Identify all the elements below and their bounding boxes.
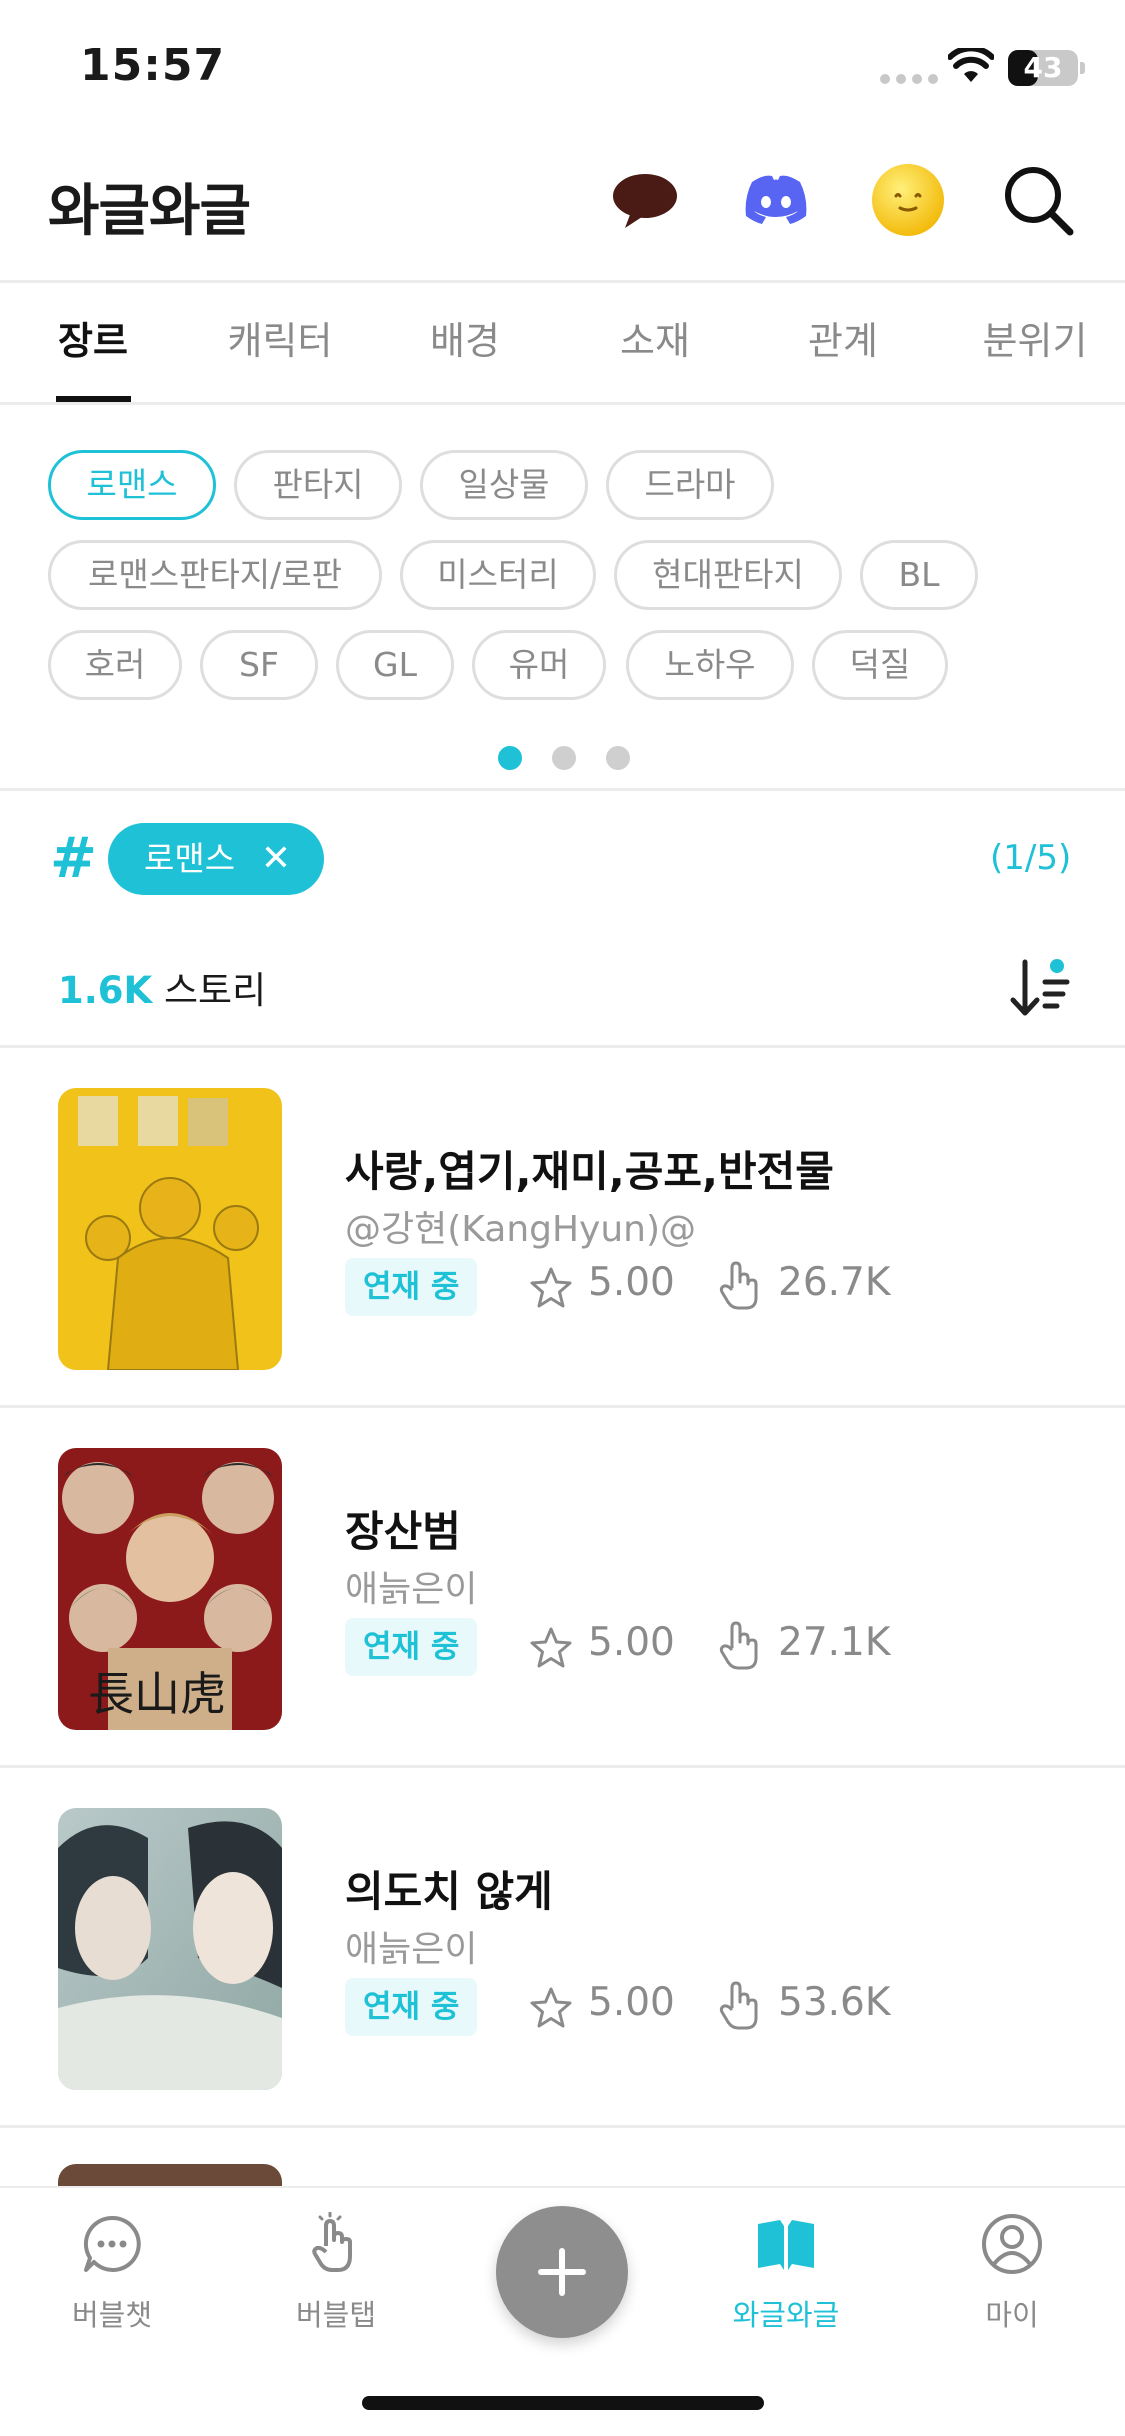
open-book-icon	[758, 2220, 814, 2270]
nav-my[interactable]: 마이	[932, 2188, 1092, 2358]
story-list-item[interactable]: 사랑,엽기,재미,공포,반전물 @강현(KangHyun)@ 연재 중 5.00…	[0, 1048, 1125, 1408]
story-list-item[interactable]: 長山虎 장산범 애늙은이 연재 중 5.00 27.1K	[0, 1408, 1125, 1768]
selected-filter-label: 로맨스	[144, 839, 236, 878]
chip-gl[interactable]: GL	[336, 630, 454, 700]
chip-humor[interactable]: 유머	[472, 630, 606, 700]
home-indicator	[362, 2396, 764, 2410]
tab-material[interactable]: 소재	[600, 283, 710, 403]
chip-daily-life[interactable]: 일상물	[420, 450, 588, 520]
chip-horror[interactable]: 호러	[48, 630, 182, 700]
chip-fantasy[interactable]: 판타지	[234, 450, 402, 520]
story-cover-image[interactable]	[58, 2164, 282, 2188]
tap-hand-icon	[312, 2212, 352, 2272]
status-badge: 연재 중	[345, 1978, 478, 2036]
star-icon	[530, 1987, 572, 2028]
filter-page-count: (1/5)	[990, 838, 1072, 878]
nav-label: 버블챗	[71, 2298, 153, 2332]
nav-label: 버블탭	[295, 2298, 377, 2332]
nav-label: 마이	[985, 2298, 1039, 2332]
tab-background[interactable]: 배경	[410, 283, 520, 403]
tabs-divider	[0, 402, 1125, 405]
nav-label: 와글와글	[732, 2298, 840, 2332]
story-author: 애늙은이	[345, 1929, 478, 1970]
battery-cap	[1080, 62, 1085, 74]
story-title: 사랑,엽기,재미,공포,반전물	[345, 1147, 834, 1196]
profile-icon	[982, 2214, 1042, 2274]
story-cover-image[interactable]: 長山虎	[58, 1448, 282, 1730]
list-divider	[0, 2125, 1125, 2128]
tab-character[interactable]: 캐릭터	[210, 283, 350, 403]
selected-filter-pill[interactable]: 로맨스 ✕	[108, 823, 324, 895]
story-cover-image[interactable]	[58, 1088, 282, 1370]
status-bar: 15:57 43	[0, 0, 1125, 140]
discord-icon[interactable]	[736, 160, 816, 240]
nav-bubble-tap[interactable]: 버블탭	[256, 2188, 416, 2358]
nav-wagle[interactable]: 와글와글	[706, 2188, 866, 2358]
add-story-button[interactable]	[496, 2206, 628, 2338]
svg-text:長山虎: 長山虎	[88, 1667, 226, 1721]
story-title: 장산범	[345, 1507, 461, 1556]
cellular-signal-icon	[880, 74, 938, 84]
page-dot-3[interactable]	[606, 746, 630, 770]
chat-bubble-icon[interactable]	[605, 160, 685, 240]
tap-hand-icon	[719, 1621, 758, 1670]
story-count: 1.6K 스토리	[58, 960, 266, 1014]
story-rating: 5.00	[588, 1620, 675, 1665]
chips-divider	[0, 788, 1125, 791]
chat-dots-icon	[83, 2215, 141, 2272]
status-time: 15:57	[80, 40, 226, 91]
tab-relationship[interactable]: 관계	[788, 283, 898, 403]
story-list-item[interactable]: 의도치 않게 애늙은이 연재 중 5.00 53.6K	[0, 1768, 1125, 2128]
story-views: 26.7K	[778, 1260, 891, 1305]
battery-icon: 43	[1008, 50, 1078, 86]
close-icon[interactable]: ✕	[256, 823, 296, 895]
story-views: 53.6K	[778, 1980, 891, 2025]
chip-romance[interactable]: 로맨스	[48, 450, 216, 520]
story-views: 27.1K	[778, 1620, 891, 1665]
chip-bl[interactable]: BL	[860, 540, 978, 610]
search-icon[interactable]	[998, 160, 1078, 240]
star-icon	[530, 1267, 572, 1308]
battery-level: 43	[1023, 51, 1063, 84]
status-badge: 연재 중	[345, 1258, 478, 1316]
story-author: 애늙은이	[345, 1569, 478, 1610]
sort-icon[interactable]	[1005, 952, 1075, 1022]
plus-icon	[559, 2248, 565, 2296]
hash-icon: #	[50, 826, 97, 891]
genre-chip-grid: 로맨스 판타지 일상물 드라마 로맨스판타지/로판 미스터리 현대판타지 BL …	[0, 450, 1125, 710]
chip-fandom[interactable]: 덕질	[812, 630, 948, 700]
tap-hand-icon	[719, 1261, 758, 1310]
nav-bubble-chat[interactable]: 버블챗	[32, 2188, 192, 2358]
story-cover-image[interactable]	[58, 1808, 282, 2090]
app-header: 와글와글	[0, 140, 1125, 280]
story-rating: 5.00	[588, 1980, 675, 2025]
chip-drama[interactable]: 드라마	[606, 450, 774, 520]
page-title: 와글와글	[48, 179, 251, 244]
status-badge: 연재 중	[345, 1618, 478, 1676]
tab-genre[interactable]: 장르	[38, 283, 148, 403]
chip-mystery[interactable]: 미스터리	[400, 540, 596, 610]
chip-sf[interactable]: SF	[200, 630, 318, 700]
story-rating: 5.00	[588, 1260, 675, 1305]
category-tabs: 장르 캐릭터 배경 소재 관계 분위기	[0, 283, 1125, 403]
page-dot-2[interactable]	[552, 746, 576, 770]
story-count-number: 1.6K	[58, 969, 153, 1012]
page-dot-1[interactable]	[498, 746, 522, 770]
story-count-label: 스토리	[163, 969, 267, 1012]
smiley-emoji-icon[interactable]	[868, 160, 948, 240]
chip-romance-fantasy[interactable]: 로맨스판타지/로판	[48, 540, 382, 610]
chip-modern-fantasy[interactable]: 현대판타지	[614, 540, 842, 610]
chip-knowhow[interactable]: 노하우	[626, 630, 794, 700]
story-title: 의도치 않게	[345, 1867, 553, 1916]
chip-page-indicator	[498, 746, 630, 770]
wifi-icon	[948, 48, 994, 82]
tab-mood[interactable]: 분위기	[965, 283, 1105, 403]
story-author: @강현(KangHyun)@	[345, 1209, 697, 1250]
tap-hand-icon	[719, 1981, 758, 2030]
star-icon	[530, 1627, 572, 1668]
